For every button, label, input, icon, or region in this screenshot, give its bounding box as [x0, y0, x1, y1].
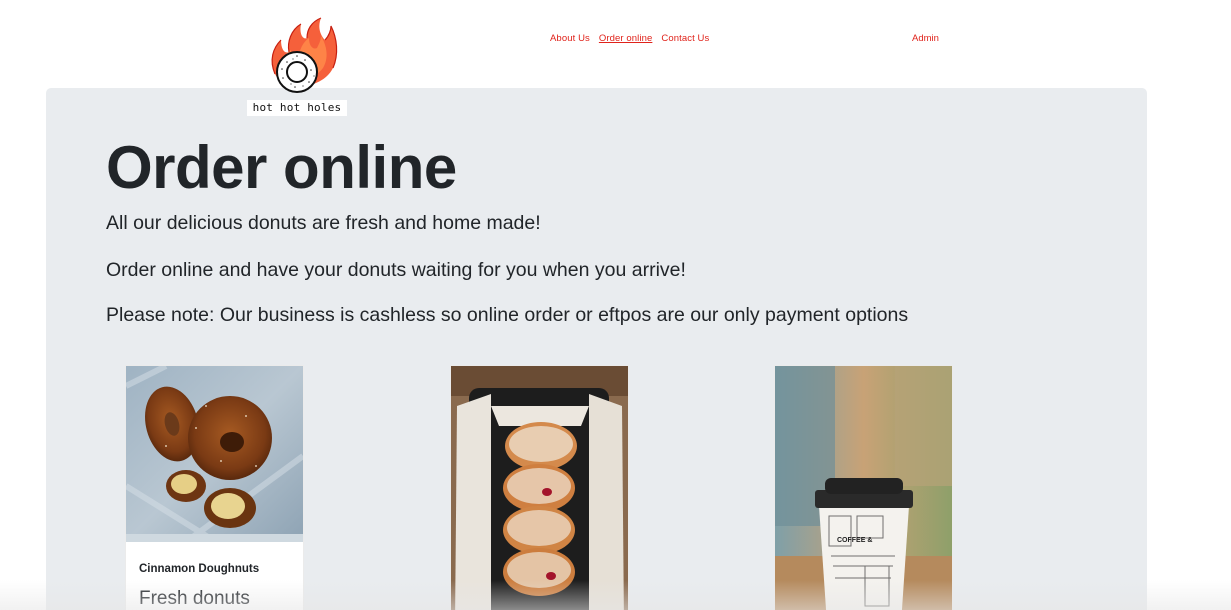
- product-card-cinnamon[interactable]: Cinnamon Doughnuts Fresh donuts: [125, 365, 304, 610]
- page: About Us Order online Contact Us Admin h…: [0, 0, 1231, 610]
- nav-admin[interactable]: Admin: [912, 33, 939, 44]
- logo[interactable]: hot hot holes: [247, 14, 347, 116]
- page-title: Order online: [106, 134, 457, 201]
- nav-order-online[interactable]: Order online: [599, 33, 652, 44]
- nav-links: About Us Order online Contact Us: [550, 33, 709, 44]
- product-title: Cinnamon Doughnuts: [139, 563, 260, 575]
- cinnamon-doughnuts-image: [126, 366, 303, 542]
- product-card-jam-doughnuts[interactable]: [450, 365, 629, 610]
- logo-text: hot hot holes: [247, 100, 347, 116]
- lead-text-1: All our delicious donuts are fresh and h…: [106, 212, 541, 234]
- lead-text-2: Order online and have your donuts waitin…: [106, 259, 686, 281]
- product-text: Fresh donuts: [139, 588, 250, 609]
- donut-flame-logo-icon: [271, 17, 338, 93]
- nav-contact-us[interactable]: Contact Us: [661, 33, 709, 44]
- nav-about-us[interactable]: About Us: [550, 33, 590, 44]
- product-card-coffee[interactable]: COFFEE &: [774, 365, 953, 610]
- lead-text-3: Please note: Our business is cashless so…: [106, 304, 909, 326]
- top-nav: About Us Order online Contact Us Admin: [0, 0, 1231, 88]
- svg-text:COFFEE &: COFFEE &: [837, 537, 872, 544]
- jam-doughnuts-box-image: [451, 366, 628, 610]
- coffee-cup-image: COFFEE &: [775, 366, 952, 610]
